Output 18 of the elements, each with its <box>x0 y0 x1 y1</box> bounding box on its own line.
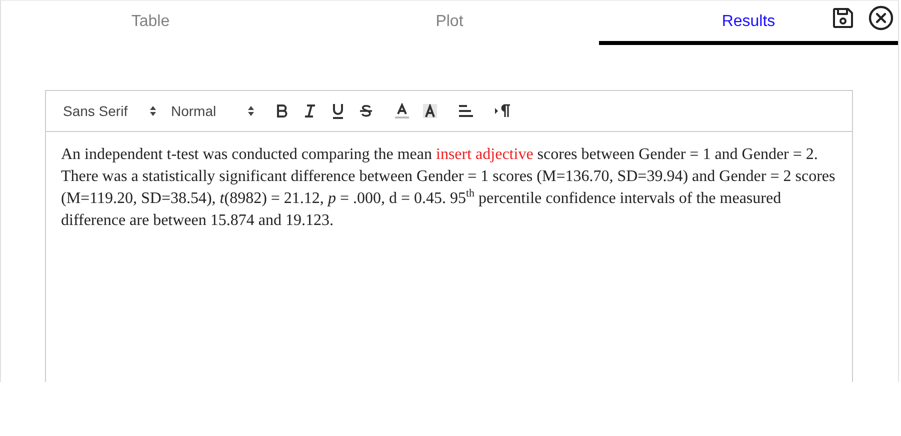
underline-icon[interactable] <box>331 103 345 119</box>
align-icon[interactable] <box>459 105 473 117</box>
tab[interactable]: Plot <box>300 1 599 45</box>
font-dropdown[interactable]: Sans Serif <box>63 103 157 119</box>
bold-icon[interactable] <box>275 104 289 118</box>
strikethrough-icon[interactable] <box>359 104 373 118</box>
up-down-caret-icon <box>247 105 255 117</box>
up-down-caret-icon <box>149 105 157 117</box>
tab[interactable]: Results <box>599 1 898 45</box>
text-color-icon[interactable] <box>395 103 409 119</box>
background-color-icon[interactable] <box>423 104 437 118</box>
tab[interactable]: Table <box>1 1 300 45</box>
size-dropdown[interactable]: Normal <box>171 103 255 119</box>
save-icon[interactable] <box>831 6 855 30</box>
text-direction-icon[interactable] <box>495 104 511 118</box>
results-paragraph: An independent t-test was conducted comparing the mean insert adjective scores between Gender = 1 and Gender = 2. There was a statistically significant difference between Gender = 1 scores (M=136.70, SD=39.94) and Gender = 2 scores (M=119.20, SD=38.54), t(8982) = 21.12, p = .000, d = 0.45. 95$^{th}$ percentile confidence intervals of the measured difference are between 15.874 and 19.123. <box>61 145 836 231</box>
italic-icon[interactable] <box>303 104 317 118</box>
close-icon[interactable] <box>868 5 894 31</box>
